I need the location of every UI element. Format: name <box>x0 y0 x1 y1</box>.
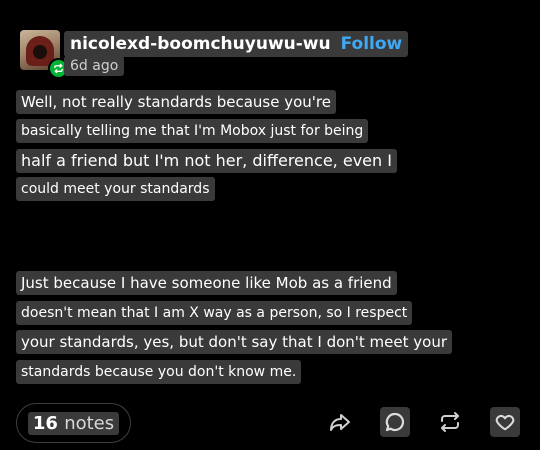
post-header: nicolexd-boomchuyuwu-wu Follow <box>64 31 409 57</box>
text-line-3: half a friend but I'm not her, differenc… <box>16 149 397 173</box>
text-line-1: Well, not really standards because you'r… <box>16 90 336 114</box>
text-line-6: doesn't mean that I am X way as a person… <box>16 301 413 325</box>
follow-button[interactable]: Follow <box>341 34 403 54</box>
notes-label: notes <box>64 412 115 434</box>
text-line-5: Just because I have someone like Mob as … <box>16 271 397 295</box>
author-name[interactable]: nicolexd-boomchuyuwu-wu <box>70 34 331 54</box>
post-card: nicolexd-boomchuyuwu-wu Follow 6d ago We… <box>0 9 540 443</box>
notes-count: 16 <box>32 412 58 434</box>
heart-icon[interactable] <box>490 407 520 437</box>
text-line-7: your standards, yes, but don't say that … <box>16 330 452 354</box>
reply-icon[interactable] <box>380 407 410 437</box>
avatar-face <box>33 45 47 59</box>
notes-button[interactable]: 16 notes <box>16 403 131 443</box>
share-icon[interactable] <box>325 407 355 437</box>
reblog-icon[interactable] <box>435 407 465 437</box>
notes-count-label: 16 notes <box>27 411 120 435</box>
text-line-4: could meet your standards <box>16 177 215 201</box>
text-line-2: basically telling me that I'm Mobox just… <box>16 119 369 143</box>
post-timestamp[interactable]: 6d ago <box>64 56 125 76</box>
text-line-8: standards because you don't know me. <box>16 360 302 384</box>
